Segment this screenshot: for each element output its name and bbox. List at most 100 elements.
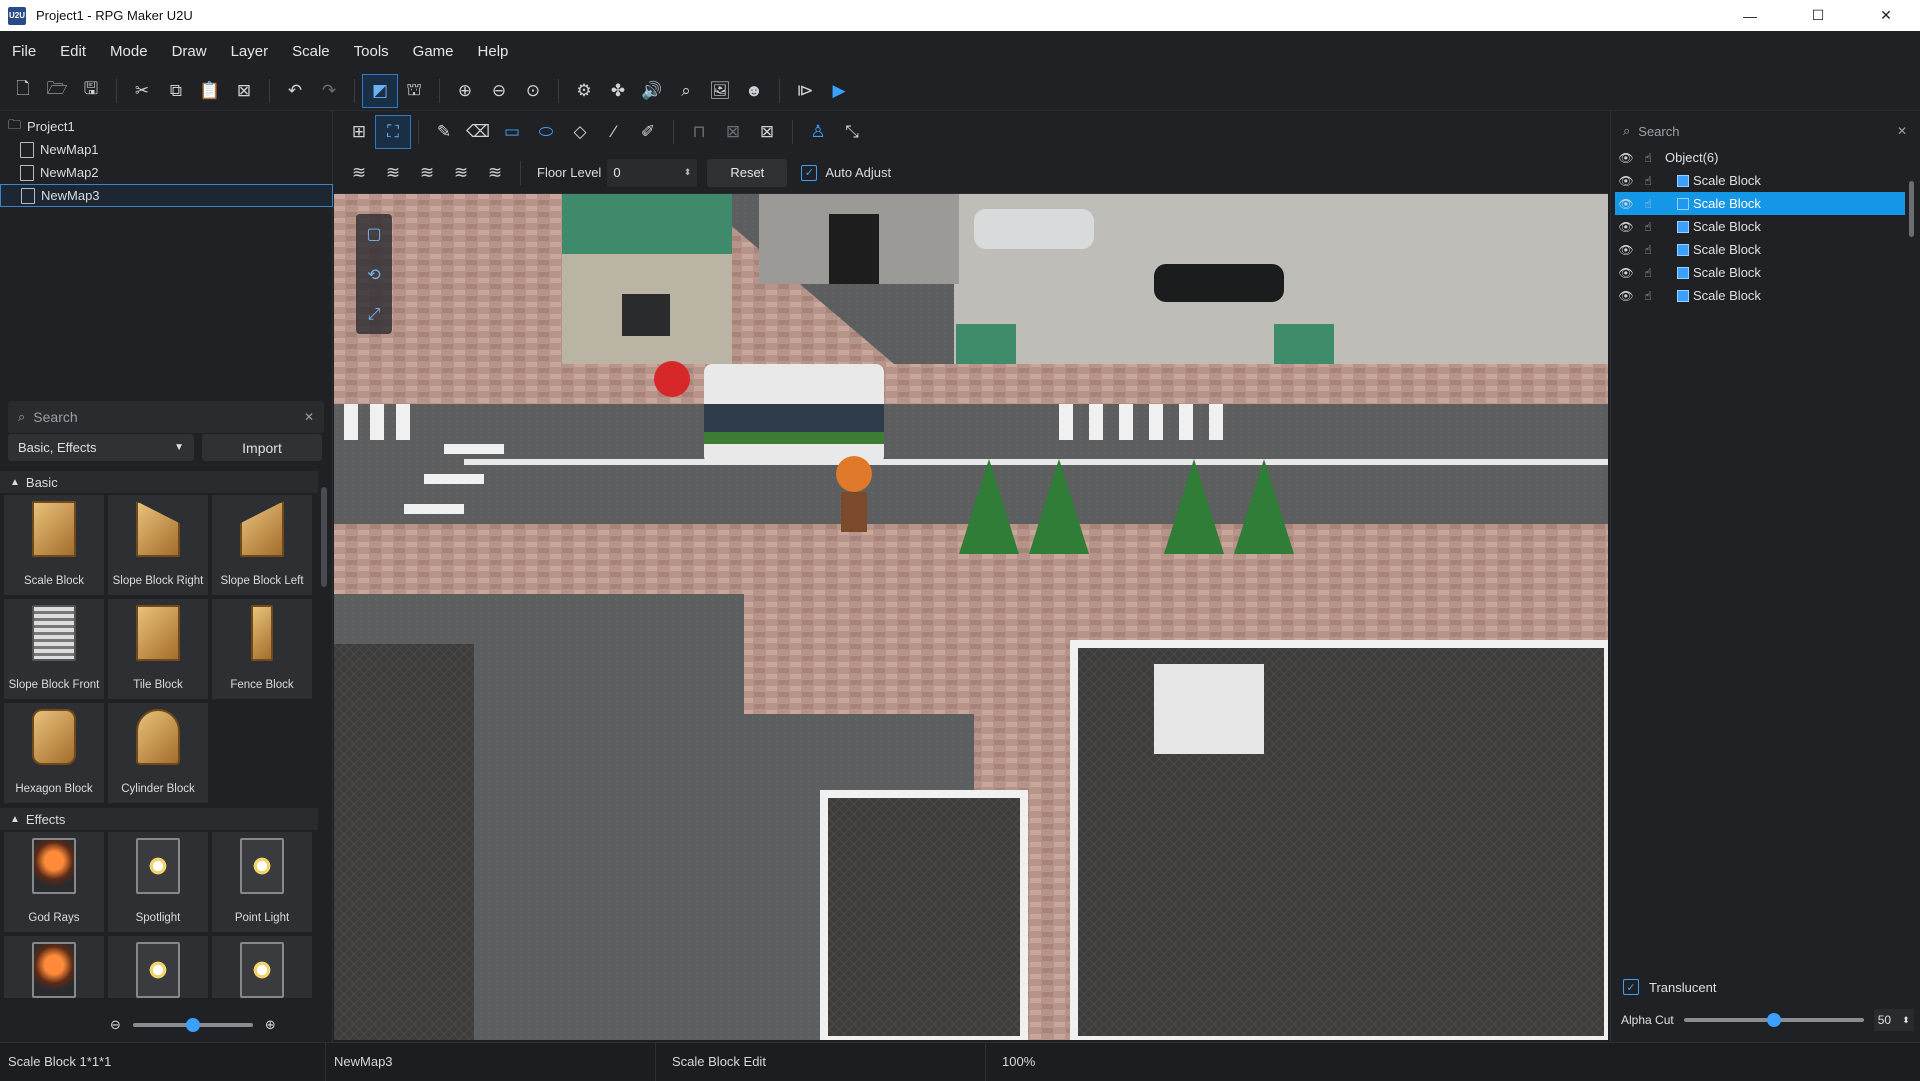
object-checkbox[interactable] <box>1677 220 1689 233</box>
event-mode-icon[interactable]: ⛫ <box>397 75 431 107</box>
scrollbar-thumb[interactable] <box>321 487 327 587</box>
translucent-checkbox[interactable]: ✓ <box>1623 979 1639 995</box>
ellipse-select-icon[interactable]: ⬭ <box>529 116 563 148</box>
map-mode-icon[interactable]: ◩ <box>362 73 398 108</box>
object-checkbox[interactable] <box>1677 289 1689 302</box>
new-file-icon[interactable]: 🗋 <box>6 75 40 107</box>
zoom-out-icon[interactable]: ⊖ <box>110 1017 121 1033</box>
paste-icon[interactable]: 📋 <box>193 75 227 107</box>
asset-tile[interactable]: Hexagon Block <box>4 703 104 803</box>
asset-tile[interactable]: Slope Block Right <box>108 495 208 595</box>
asset-tile[interactable] <box>212 936 312 998</box>
object-row[interactable]: 👁 ☝ Scale Block <box>1615 215 1905 238</box>
object-checkbox[interactable] <box>1677 197 1689 210</box>
menu-scale[interactable]: Scale <box>284 43 338 60</box>
asset-tile[interactable]: Spotlight <box>108 832 208 932</box>
lock-hand-icon[interactable]: ☝ <box>1637 243 1659 257</box>
asset-tile[interactable]: Scale Block <box>4 495 104 595</box>
menu-tools[interactable]: Tools <box>346 43 397 60</box>
select-box-icon[interactable]: ▢ <box>366 224 381 244</box>
copy-icon[interactable]: ⧉ <box>159 75 193 107</box>
play-icon[interactable]: ▶ <box>822 75 856 107</box>
object-checkbox[interactable] <box>1677 266 1689 279</box>
object-scrollbar[interactable] <box>1909 177 1915 327</box>
object-row[interactable]: 👁 ☝ Scale Block <box>1615 284 1905 307</box>
asset-tile[interactable] <box>108 936 208 998</box>
scrollbar-thumb[interactable] <box>1909 181 1914 237</box>
reset-button[interactable]: Reset <box>707 158 788 187</box>
delete-icon[interactable]: ⊠ <box>227 75 261 107</box>
zoom-actual-icon[interactable]: ⊙ <box>516 75 550 107</box>
object-checkbox[interactable] <box>1677 243 1689 256</box>
sound-icon[interactable]: 🔊 <box>635 75 669 107</box>
object-row[interactable]: 👁 ☝ Scale Block <box>1615 169 1905 192</box>
undo-icon[interactable]: ↶ <box>278 75 312 107</box>
spin-arrows-icon[interactable]: ⬍ <box>684 167 692 178</box>
map-canvas[interactable] <box>334 194 1608 1040</box>
asset-tile[interactable]: Cylinder Block <box>108 703 208 803</box>
visibility-eye-icon[interactable]: 👁 <box>1615 174 1637 188</box>
tree-root[interactable]: 🗀 Project1 <box>0 115 333 138</box>
section-header-effects[interactable]: ▲ Effects <box>0 808 318 830</box>
passage-icon[interactable]: ⊠ <box>716 116 750 148</box>
zoom-in-icon[interactable]: ⊕ <box>265 1017 276 1033</box>
object-row[interactable]: 👁 ☝ Scale Block <box>1615 192 1905 215</box>
character-generator-icon[interactable]: ☻ <box>737 75 771 107</box>
zoom-in-icon[interactable]: ⊕ <box>448 75 482 107</box>
deploy-icon[interactable]: ⧐ <box>788 75 822 107</box>
layer-5-icon[interactable]: ≋ <box>478 157 512 189</box>
menu-edit[interactable]: Edit <box>52 43 94 60</box>
asset-tile[interactable]: Fence Block <box>212 599 312 699</box>
menu-mode[interactable]: Mode <box>102 43 156 60</box>
save-icon[interactable]: 🖫 <box>74 75 108 107</box>
object-search-input[interactable] <box>1638 123 1897 139</box>
alpha-cut-slider[interactable] <box>1683 1013 1864 1027</box>
tree-map-item-selected[interactable]: NewMap3 <box>0 184 333 207</box>
player-character[interactable] <box>836 456 872 492</box>
layer-3-icon[interactable]: ≋ <box>410 157 444 189</box>
lock-hand-icon[interactable]: ☝ <box>1637 266 1659 280</box>
clear-search-icon[interactable]: ✕ <box>1897 124 1907 138</box>
maximize-button[interactable]: ☐ <box>1784 0 1852 31</box>
eraser-icon[interactable]: ⌫ <box>461 116 495 148</box>
visibility-eye-icon[interactable]: 👁 <box>1615 151 1637 165</box>
asset-category-dropdown[interactable]: Basic, Effects ▼ <box>8 434 194 461</box>
open-folder-icon[interactable]: 🗁 <box>40 75 74 107</box>
lock-hand-icon[interactable]: ☝ <box>1637 174 1659 188</box>
visibility-eye-icon[interactable]: 👁 <box>1615 266 1637 280</box>
map-viewport[interactable] <box>334 194 1608 1040</box>
menu-file[interactable]: File <box>4 43 44 60</box>
object-root-row[interactable]: 👁 ☝ Object(6) <box>1615 146 1905 169</box>
grid-icon[interactable]: ⊞ <box>342 116 376 148</box>
import-button[interactable]: Import <box>202 434 322 461</box>
perspective-grid-icon[interactable]: ⛶ <box>375 114 411 149</box>
slider-knob[interactable] <box>185 1018 200 1032</box>
asset-tile[interactable]: Point Light <box>212 832 312 932</box>
brush-icon[interactable]: ⁄ <box>597 116 631 148</box>
menu-game[interactable]: Game <box>405 43 462 60</box>
visibility-eye-icon[interactable]: 👁 <box>1615 243 1637 257</box>
player-start-icon[interactable]: ♙ <box>801 116 835 148</box>
shadow-pen-icon[interactable]: ✐ <box>631 116 665 148</box>
collision-icon[interactable]: ⊠ <box>750 116 784 148</box>
cut-icon[interactable]: ✂ <box>125 75 159 107</box>
clear-search-icon[interactable]: ✕ <box>304 410 314 424</box>
rectangle-select-icon[interactable]: ▭ <box>495 116 529 148</box>
layer-4-icon[interactable]: ≋ <box>444 157 478 189</box>
minimize-button[interactable]: — <box>1716 0 1784 31</box>
asset-tile[interactable]: Slope Block Front <box>4 599 104 699</box>
redo-icon[interactable]: ↷ <box>312 75 346 107</box>
tree-map-item[interactable]: NewMap2 <box>0 161 333 184</box>
asset-scrollbar[interactable] <box>321 477 327 1017</box>
asset-tile[interactable]: Tile Block <box>108 599 208 699</box>
asset-tile[interactable] <box>4 936 104 998</box>
layer-2-icon[interactable]: ≋ <box>376 157 410 189</box>
object-row[interactable]: 👁 ☝ Scale Block <box>1615 238 1905 261</box>
object-row[interactable]: 👁 ☝ Scale Block <box>1615 261 1905 284</box>
asset-tile[interactable]: Slope Block Left <box>212 495 312 595</box>
region-icon[interactable]: ⊓ <box>682 116 716 148</box>
asset-tile[interactable]: God Rays <box>4 832 104 932</box>
lock-hand-icon[interactable]: ☝ <box>1637 289 1659 303</box>
auto-adjust-checkbox[interactable]: ✓ <box>801 164 818 181</box>
spin-arrows-icon[interactable]: ⬍ <box>1902 1015 1910 1026</box>
